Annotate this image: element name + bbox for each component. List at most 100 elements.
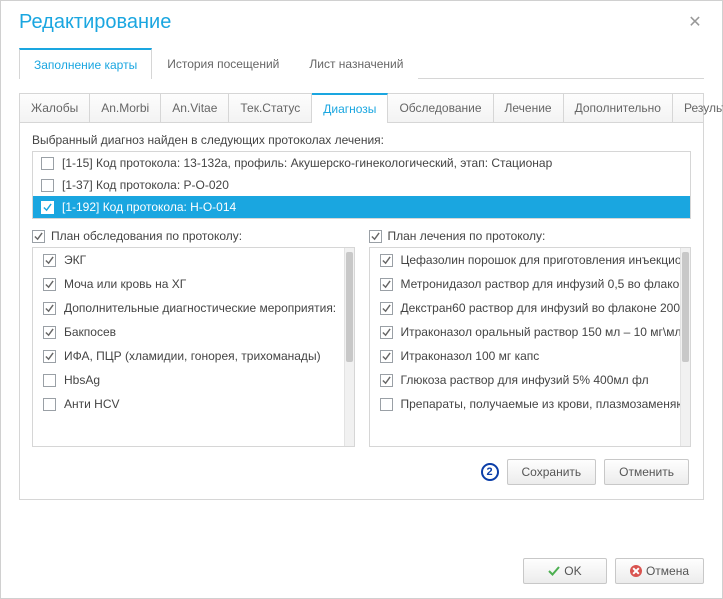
tab-an-morbi[interactable]: An.Morbi (90, 94, 161, 122)
item-label: Дополнительные диагностические мероприят… (64, 301, 336, 315)
list-item[interactable]: Моча или кровь на ХГ (33, 272, 344, 296)
tab-fill-card[interactable]: Заполнение карты (19, 48, 152, 79)
tab-prescription-sheet[interactable]: Лист назначений (294, 48, 418, 79)
tab-examination[interactable]: Обследование (388, 94, 493, 122)
item-label: Цефазолин порошок для приготовления инъе… (401, 253, 681, 267)
scrollbar-thumb[interactable] (682, 252, 689, 362)
item-label: Анти HCV (64, 397, 120, 411)
list-item[interactable]: ИФА, ПЦР (хламидии, гонорея, трихоманады… (33, 344, 344, 368)
item-label: Глюкоза раствор для инфузий 5% 400мл фл (401, 373, 649, 387)
ok-button-label: OK (564, 564, 581, 578)
item-checkbox[interactable] (380, 302, 393, 315)
protocol-text: [1-37] Код протокола: P-O-020 (62, 178, 229, 192)
item-checkbox[interactable] (43, 398, 56, 411)
protocol-row[interactable]: [1-15] Код протокола: 13-132а, профиль: … (33, 152, 690, 174)
list-item[interactable]: Декстран60 раствор для инфузий во флакон… (370, 296, 681, 320)
tab-current-status[interactable]: Тек.Статус (229, 94, 312, 122)
outer-tabs: Заполнение карты История посещений Лист … (19, 48, 704, 79)
inner-footer: 2 Сохранить Отменить (30, 447, 693, 487)
list-item[interactable]: ЭКГ (33, 248, 344, 272)
scrollbar[interactable] (680, 248, 690, 446)
item-label: Метронидазол раствор для инфузий 0,5 во … (401, 277, 681, 291)
item-label: Итраконазол 100 мг капс (401, 349, 540, 363)
item-label: ИФА, ПЦР (хламидии, гонорея, трихоманады… (64, 349, 321, 363)
body-area: Жалобы An.Morbi An.Vitae Тек.Статус Диаг… (1, 79, 722, 500)
list-item[interactable]: Бакпосев (33, 320, 344, 344)
tab-visit-history[interactable]: История посещений (152, 48, 294, 79)
treat-plan-header-label: План лечения по протоколу: (388, 229, 546, 243)
inner-tabs: Жалобы An.Morbi An.Vitae Тек.Статус Диаг… (20, 94, 703, 123)
treat-plan-column: План лечения по протоколу: Цефазолин пор… (369, 229, 692, 447)
item-checkbox[interactable] (43, 326, 56, 339)
check-icon (548, 565, 560, 577)
dialog-title: Редактирование (19, 11, 171, 34)
protocol-row[interactable]: [1-37] Код протокола: P-O-020 (33, 174, 690, 196)
item-label: Итраконазол оральный раствор 150 мл – 10… (401, 325, 681, 339)
exam-plan-header[interactable]: План обследования по протоколу: (32, 229, 355, 243)
item-checkbox[interactable] (43, 374, 56, 387)
dialog-header: Редактирование ✕ (1, 1, 722, 48)
item-label: ЭКГ (64, 253, 86, 267)
list-item[interactable]: Глюкоза раствор для инфузий 5% 400мл фл (370, 368, 681, 392)
tab-treatment[interactable]: Лечение (494, 94, 564, 122)
list-item[interactable]: Анти HCV (33, 392, 344, 416)
scrollbar-thumb[interactable] (346, 252, 353, 362)
ok-button[interactable]: OK (523, 558, 607, 584)
cancel-button-label: Отмена (646, 564, 689, 578)
exam-plan-column: План обследования по протоколу: ЭКГ Моча… (32, 229, 355, 447)
item-checkbox[interactable] (380, 254, 393, 267)
treat-plan-list: Цефазолин порошок для приготовления инъе… (369, 247, 692, 447)
list-item[interactable]: Цефазолин порошок для приготовления инъе… (370, 248, 681, 272)
cancel-icon (630, 565, 642, 577)
inner-cancel-button[interactable]: Отменить (604, 459, 689, 485)
tab-diagnoses[interactable]: Диагнозы (312, 93, 388, 123)
treat-plan-header[interactable]: План лечения по протоколу: (369, 229, 692, 243)
list-item[interactable]: Итраконазол оральный раствор 150 мл – 10… (370, 320, 681, 344)
list-item[interactable]: Дополнительные диагностические мероприят… (33, 296, 344, 320)
protocol-row[interactable]: 1 [1-192] Код протокола: H-O-014 (33, 196, 690, 218)
item-checkbox[interactable] (380, 374, 393, 387)
protocol-checkbox[interactable] (41, 201, 54, 214)
list-item[interactable]: Препараты, получаемые из крови, плазмоза… (370, 392, 681, 416)
dialog-cancel-button[interactable]: Отмена (615, 558, 704, 584)
plan-columns: План обследования по протоколу: ЭКГ Моча… (32, 229, 691, 447)
list-item[interactable]: Итраконазол 100 мг капс (370, 344, 681, 368)
protocol-checkbox[interactable] (41, 179, 54, 192)
item-checkbox[interactable] (43, 278, 56, 291)
exam-plan-header-label: План обследования по протоколу: (51, 229, 242, 243)
item-label: Моча или кровь на ХГ (64, 277, 186, 291)
dialog-footer: OK Отмена (1, 548, 722, 598)
treat-plan-header-checkbox[interactable] (369, 230, 382, 243)
list-item[interactable]: HbsAg (33, 368, 344, 392)
item-checkbox[interactable] (380, 398, 393, 411)
item-label: Декстран60 раствор для инфузий во флакон… (401, 301, 681, 315)
protocol-text: [1-15] Код протокола: 13-132а, профиль: … (62, 156, 552, 170)
item-checkbox[interactable] (380, 326, 393, 339)
inner-panel: Жалобы An.Morbi An.Vitae Тек.Статус Диаг… (19, 93, 704, 500)
scrollbar[interactable] (344, 248, 354, 446)
tab-result[interactable]: Результат (673, 94, 723, 122)
item-label: Препараты, получаемые из крови, плазмоза… (401, 397, 681, 411)
exam-plan-header-checkbox[interactable] (32, 230, 45, 243)
tab-an-vitae[interactable]: An.Vitae (161, 94, 229, 122)
exam-plan-list: ЭКГ Моча или кровь на ХГ Дополнительные … (32, 247, 355, 447)
edit-dialog: Редактирование ✕ Заполнение карты Истори… (0, 0, 723, 599)
inner-content: Выбранный диагноз найден в следующих про… (20, 123, 703, 499)
tab-complaints[interactable]: Жалобы (20, 94, 90, 122)
annotation-badge-2: 2 (481, 463, 499, 481)
item-checkbox[interactable] (43, 302, 56, 315)
protocol-list: [1-15] Код протокола: 13-132а, профиль: … (32, 151, 691, 219)
protocols-heading: Выбранный диагноз найден в следующих про… (32, 133, 691, 147)
item-checkbox[interactable] (43, 254, 56, 267)
tab-additional[interactable]: Дополнительно (564, 94, 673, 122)
save-button[interactable]: Сохранить (507, 459, 597, 485)
item-label: Бакпосев (64, 325, 116, 339)
protocol-checkbox[interactable] (41, 157, 54, 170)
item-label: HbsAg (64, 373, 100, 387)
list-item[interactable]: Метронидазол раствор для инфузий 0,5 во … (370, 272, 681, 296)
item-checkbox[interactable] (380, 278, 393, 291)
item-checkbox[interactable] (43, 350, 56, 363)
protocol-text: [1-192] Код протокола: H-O-014 (62, 200, 236, 214)
close-icon[interactable]: ✕ (686, 14, 704, 32)
item-checkbox[interactable] (380, 350, 393, 363)
